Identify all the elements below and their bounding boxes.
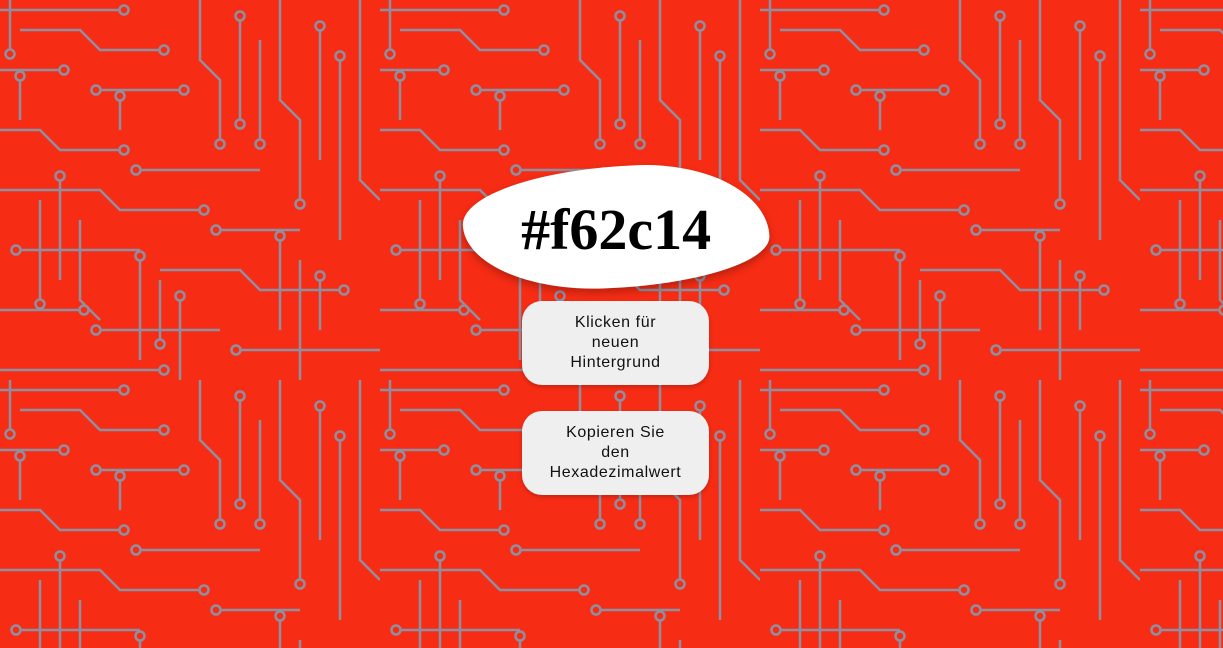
copy-hex-button[interactable]: Kopieren Sie den Hexadezimalwert [522, 411, 709, 495]
new-background-button[interactable]: Klicken für neuen Hintergrund [522, 301, 709, 385]
hex-value-text: #f62c14 [521, 196, 712, 262]
